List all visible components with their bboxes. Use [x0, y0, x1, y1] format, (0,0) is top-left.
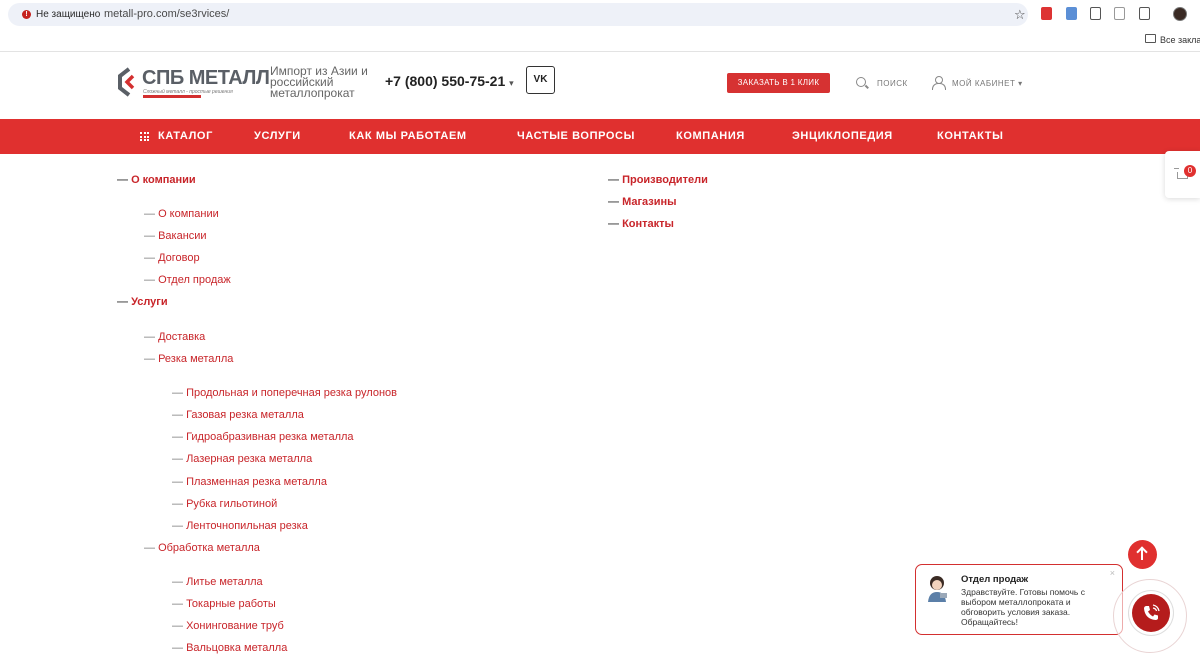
logo-underline — [143, 95, 201, 98]
logo-mark-icon — [118, 67, 135, 97]
browser-toolbar: ! Не защищено metall-pro.com/se3rvices/ … — [0, 0, 1200, 30]
chat-message: Здравствуйте. Готовы помочь с выбором ме… — [961, 587, 1085, 627]
sitemap-item[interactable]: — О компании — [117, 174, 196, 186]
nav-how-we-work[interactable]: КАК МЫ РАБОТАЕМ — [349, 130, 467, 142]
logo-text: СПБ МЕТАЛЛ — [142, 67, 270, 89]
sitemap-item[interactable]: — Вакансии — [144, 230, 207, 242]
search-icon — [856, 77, 866, 87]
nav-catalog[interactable]: КАТАЛОГ — [158, 130, 213, 142]
nav-company[interactable]: КОМПАНИЯ — [676, 130, 745, 142]
sitemap-item[interactable]: — Вальцовка металла — [172, 642, 287, 654]
extension-icon[interactable] — [1041, 7, 1052, 20]
profile-avatar[interactable] — [1173, 7, 1187, 21]
site-logo[interactable]: СПБ МЕТАЛЛ Сложный металл - простые реше… — [116, 67, 270, 99]
sitemap-item[interactable]: — Производители — [608, 174, 708, 186]
nav-services[interactable]: УСЛУГИ — [254, 130, 301, 142]
sitemap-item[interactable]: — О компании — [144, 208, 219, 220]
tagline: Импорт из Азии и российский металлопрока… — [270, 64, 368, 100]
close-icon[interactable]: × — [1110, 568, 1115, 578]
sitemap-item[interactable]: — Лазерная резка металла — [172, 453, 312, 465]
vk-link[interactable]: VK — [526, 66, 555, 94]
phone-icon — [1144, 604, 1160, 620]
operator-avatar — [928, 576, 947, 602]
site-header: СПБ МЕТАЛЛ Сложный металл - простые реше… — [0, 53, 1200, 119]
logo-subtitle: Сложный металл - простые решения — [143, 89, 233, 95]
address-bar[interactable]: ! Не защищено metall-pro.com/se3rvices/ … — [8, 3, 1028, 26]
sitemap-item[interactable]: — Услуги — [117, 296, 168, 308]
sitemap-item[interactable]: — Резка металла — [144, 353, 233, 365]
url-text[interactable]: metall-pro.com/se3rvices/ — [104, 8, 229, 20]
grid-icon — [140, 132, 149, 141]
warning-icon: ! — [22, 10, 31, 19]
sitemap-item[interactable]: — Плазменная резка металла — [172, 476, 327, 488]
extension-icon[interactable] — [1114, 7, 1125, 20]
sitemap-item[interactable]: — Обработка металла — [144, 542, 260, 554]
search-label: ПОИСК — [877, 79, 908, 88]
sitemap-item[interactable]: — Ленточнопильная резка — [172, 520, 308, 532]
cart-widget[interactable]: 0 — [1165, 151, 1200, 198]
bookmarks-bar: Все заклад — [0, 30, 1200, 52]
sitemap-item[interactable]: — Продольная и поперечная резка рулонов — [172, 387, 397, 399]
sitemap-item[interactable]: — Токарные работы — [172, 598, 276, 610]
folder-icon — [1145, 34, 1156, 43]
all-bookmarks[interactable]: Все заклад — [1160, 35, 1200, 45]
sitemap-item[interactable]: — Договор — [144, 252, 200, 264]
nav-faq[interactable]: ЧАСТЫЕ ВОПРОСЫ — [517, 130, 635, 142]
chat-title: Отдел продаж — [961, 574, 1029, 585]
sitemap-item[interactable]: — Хонингование труб — [172, 620, 284, 632]
call-button[interactable] — [1132, 594, 1170, 632]
chevron-down-icon: ▾ — [509, 78, 514, 88]
chat-popup[interactable]: × Отдел продаж Здравствуйте. Готовы помо… — [915, 564, 1123, 635]
phone-number[interactable]: +7 (800) 550-75-21 ▾ — [385, 73, 514, 89]
sitemap-item[interactable]: — Рубка гильотиной — [172, 498, 277, 510]
bookmark-star-icon[interactable]: ☆ — [1014, 7, 1026, 23]
account-label: МОЙ КАБИНЕТ ▾ — [952, 79, 1023, 88]
sitemap-item[interactable]: — Газовая резка металла — [172, 409, 304, 421]
extensions-puzzle-icon[interactable] — [1139, 7, 1150, 20]
extension-icon[interactable] — [1066, 7, 1077, 20]
arrow-up-icon — [1141, 548, 1143, 560]
sitemap-item[interactable]: — Гидроабразивная резка металла — [172, 431, 354, 443]
cart-count-badge: 0 — [1184, 165, 1196, 177]
nav-contacts[interactable]: КОНТАКТЫ — [937, 130, 1003, 142]
security-indicator[interactable]: ! Не защищено — [16, 6, 107, 23]
sitemap-item[interactable]: — Магазины — [608, 196, 677, 208]
sitemap-item[interactable]: — Отдел продаж — [144, 274, 231, 286]
order-one-click-button[interactable]: ЗАКАЗАТЬ В 1 КЛИК — [727, 73, 830, 93]
nav-encyclopedia[interactable]: ЭНЦИКЛОПЕДИЯ — [792, 130, 893, 142]
security-label: Не защищено — [36, 9, 101, 20]
sitemap-item[interactable]: — Литье металла — [172, 576, 263, 588]
sitemap-item[interactable]: — Доставка — [144, 331, 205, 343]
main-nav: КАТАЛОГ УСЛУГИ КАК МЫ РАБОТАЕМ ЧАСТЫЕ ВО… — [0, 119, 1200, 154]
scroll-top-button[interactable] — [1128, 540, 1157, 569]
extension-icon[interactable] — [1090, 7, 1101, 20]
user-icon — [932, 76, 946, 90]
sitemap-item[interactable]: — Контакты — [608, 218, 674, 230]
